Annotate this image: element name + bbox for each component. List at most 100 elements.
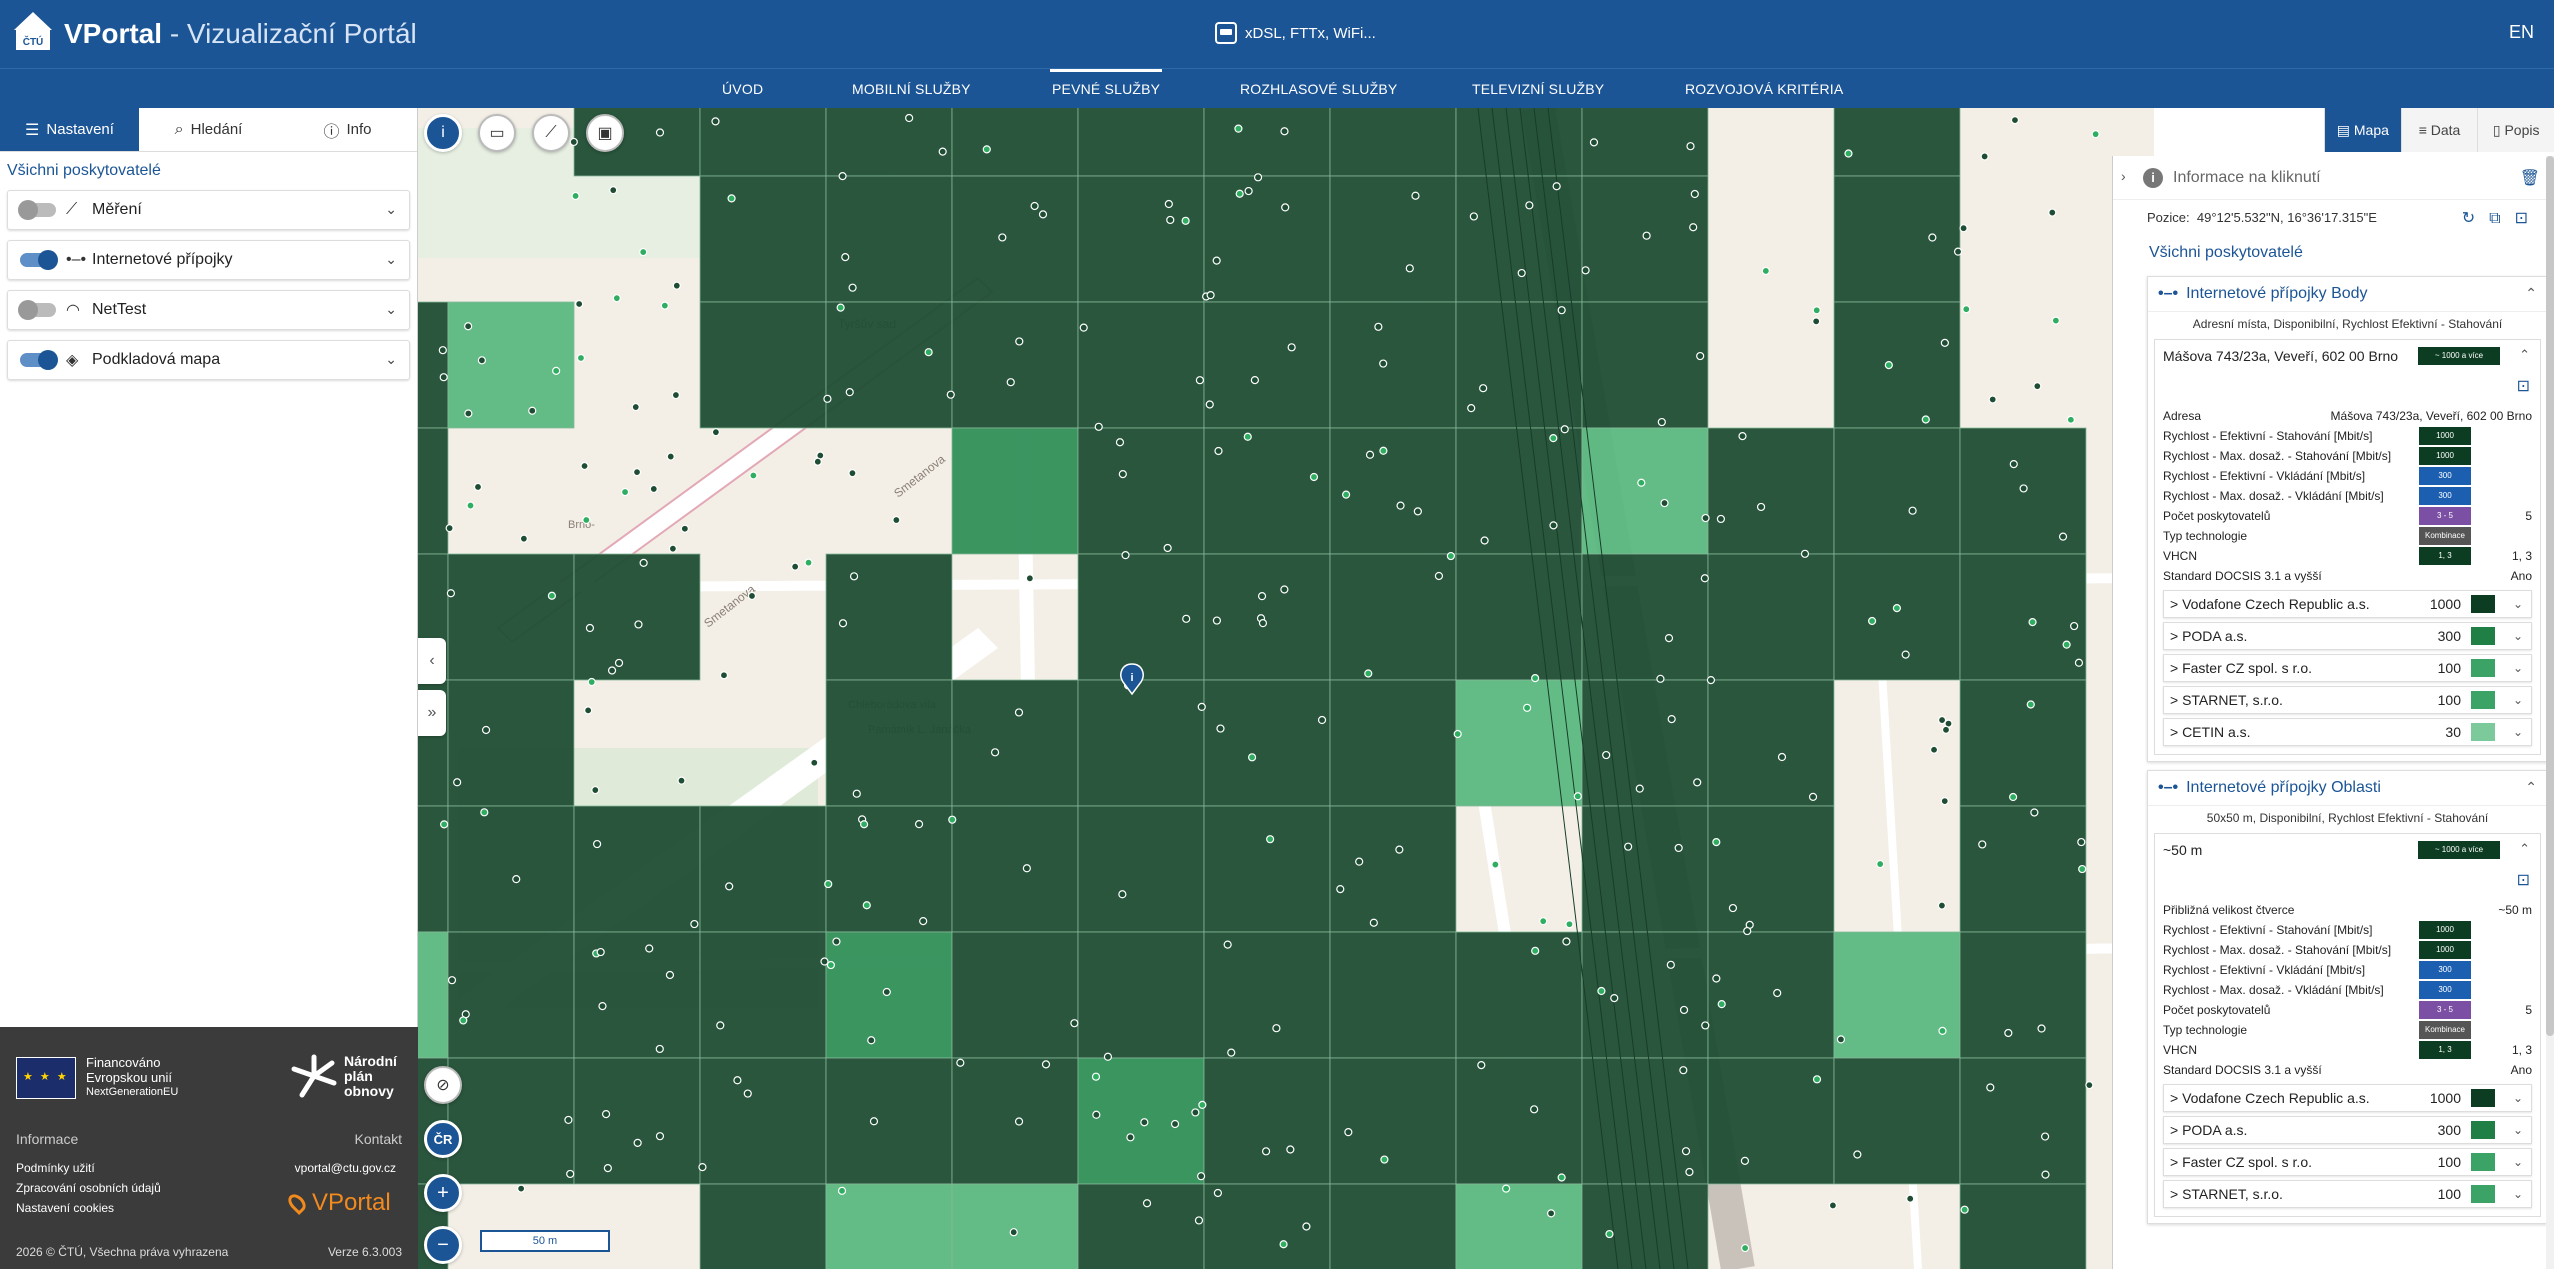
address-point[interactable] [1214, 446, 1223, 456]
address-point[interactable] [1164, 199, 1173, 209]
address-point[interactable] [1009, 1228, 1018, 1237]
tab-info[interactable]: ⓘ Info [278, 108, 417, 151]
chevron-up-icon[interactable]: ⌃ [2519, 841, 2530, 857]
address-point[interactable] [2019, 484, 2028, 493]
coverage-cell[interactable] [699, 1183, 827, 1269]
coverage-cell[interactable] [1077, 108, 1205, 177]
cookies-link[interactable]: Nastavení cookies [16, 1201, 114, 1215]
address-point[interactable] [671, 390, 681, 400]
address-point[interactable] [1015, 337, 1024, 346]
tab-settings[interactable]: ☰ Nastavení [0, 108, 139, 151]
address-point[interactable] [1560, 425, 1569, 434]
coverage-cell[interactable] [1455, 108, 1583, 177]
coverage-cell[interactable] [447, 301, 575, 429]
address-point[interactable] [1212, 616, 1222, 625]
coverage-cell[interactable] [447, 553, 575, 681]
address-point[interactable] [1223, 940, 1232, 949]
address-point[interactable] [1070, 1019, 1079, 1028]
address-point[interactable] [447, 976, 457, 985]
address-point[interactable] [655, 1044, 664, 1054]
address-point[interactable] [1517, 268, 1526, 278]
address-point[interactable] [1657, 417, 1666, 427]
address-point[interactable] [882, 987, 891, 997]
address-point[interactable] [1336, 885, 1345, 894]
address-point[interactable] [1166, 215, 1175, 225]
address-point[interactable] [552, 366, 561, 375]
coverage-cell[interactable] [1077, 175, 1205, 303]
address-point[interactable] [719, 671, 729, 680]
collapse-left-panel-button[interactable]: ‹ [418, 638, 446, 684]
coverage-cell[interactable] [1203, 175, 1331, 303]
address-point[interactable] [2085, 1081, 2094, 1090]
address-point[interactable] [603, 1164, 612, 1173]
coverage-cell[interactable] [1455, 1183, 1583, 1269]
address-point[interactable] [1491, 860, 1500, 869]
address-point[interactable] [2009, 459, 2018, 469]
chevron-down-icon[interactable]: ⌄ [2513, 597, 2523, 611]
address-point[interactable] [1988, 395, 1997, 404]
address-point[interactable] [1660, 498, 1669, 508]
address-point[interactable] [1728, 903, 1738, 913]
privacy-link[interactable]: Zpracování osobních údajů [16, 1181, 161, 1195]
address-point[interactable] [924, 348, 933, 357]
address-point[interactable] [1696, 351, 1705, 361]
address-point[interactable] [601, 1110, 611, 1119]
coverage-cell[interactable] [699, 805, 827, 933]
address-point[interactable] [1605, 1229, 1614, 1239]
coverage-cell[interactable] [825, 805, 953, 933]
address-point[interactable] [639, 247, 648, 257]
address-point[interactable] [2041, 1170, 2050, 1179]
address-point[interactable] [1115, 438, 1125, 447]
address-point[interactable] [1434, 571, 1444, 581]
position-actions[interactable]: ↻⧉⊡ [2462, 208, 2542, 228]
zoom-out-button[interactable]: − [424, 1226, 462, 1264]
address-point[interactable] [1597, 986, 1606, 996]
scrollbar[interactable] [2546, 156, 2554, 1269]
address-point[interactable] [668, 544, 678, 553]
provider-row[interactable]: > STARNET, s.r.o. 100 ⌄ [2163, 686, 2532, 714]
address-point[interactable] [956, 1058, 965, 1067]
address-point[interactable] [1279, 1240, 1288, 1249]
provider-row[interactable]: > Vodafone Czech Republic a.s. 1000 ⌄ [2163, 1084, 2532, 1112]
address-point[interactable] [725, 882, 734, 891]
address-point[interactable] [1812, 306, 1821, 315]
address-point[interactable] [1867, 616, 1877, 626]
zoom-in-button[interactable]: + [424, 1174, 462, 1212]
address-point[interactable] [1960, 1205, 1969, 1214]
chevron-down-icon[interactable]: ⌄ [2513, 693, 2523, 707]
coverage-cell[interactable] [1455, 931, 1583, 1059]
address-point[interactable] [1706, 675, 1716, 685]
coverage-cell[interactable] [951, 931, 1079, 1059]
refresh-icon[interactable]: ↻ [2462, 210, 2489, 227]
address-point[interactable] [2070, 621, 2079, 631]
address-point[interactable] [591, 785, 600, 795]
coverage-cell[interactable] [825, 1057, 953, 1185]
coverage-cell[interactable] [418, 301, 449, 429]
address-point[interactable] [826, 960, 836, 970]
chevron-down-icon[interactable]: ⌄ [2513, 1155, 2523, 1169]
section-header[interactable]: •–• Internetové přípojky Oblasti ⌃ [2148, 771, 2547, 805]
address-point[interactable] [1635, 784, 1644, 793]
address-point[interactable] [1681, 1147, 1691, 1156]
coverage-cell[interactable] [573, 553, 701, 681]
address-point[interactable] [1396, 501, 1405, 510]
address-point[interactable] [1674, 843, 1683, 853]
address-point[interactable] [1380, 1155, 1389, 1164]
address-point[interactable] [655, 1132, 665, 1141]
address-point[interactable] [1014, 1117, 1024, 1126]
coverage-cell[interactable] [1455, 1057, 1583, 1185]
address-point[interactable] [1227, 1048, 1236, 1057]
address-point[interactable] [1808, 792, 1818, 801]
zoom-to-feature-icon[interactable]: ⊡ [2517, 376, 2530, 396]
coverage-cell[interactable] [1203, 1057, 1331, 1185]
address-point[interactable] [1986, 1083, 1995, 1092]
address-point[interactable] [1197, 1172, 1206, 1181]
address-point[interactable] [1940, 796, 1949, 806]
provider-row[interactable]: > STARNET, s.r.o. 100 ⌄ [2163, 1180, 2532, 1208]
coverage-cell[interactable] [825, 175, 953, 303]
layer-toggle[interactable] [18, 300, 56, 320]
scrollbar-thumb[interactable] [2546, 156, 2554, 1036]
address-point[interactable] [1266, 835, 1275, 844]
address-point[interactable] [639, 558, 648, 567]
address-point[interactable] [820, 957, 829, 966]
